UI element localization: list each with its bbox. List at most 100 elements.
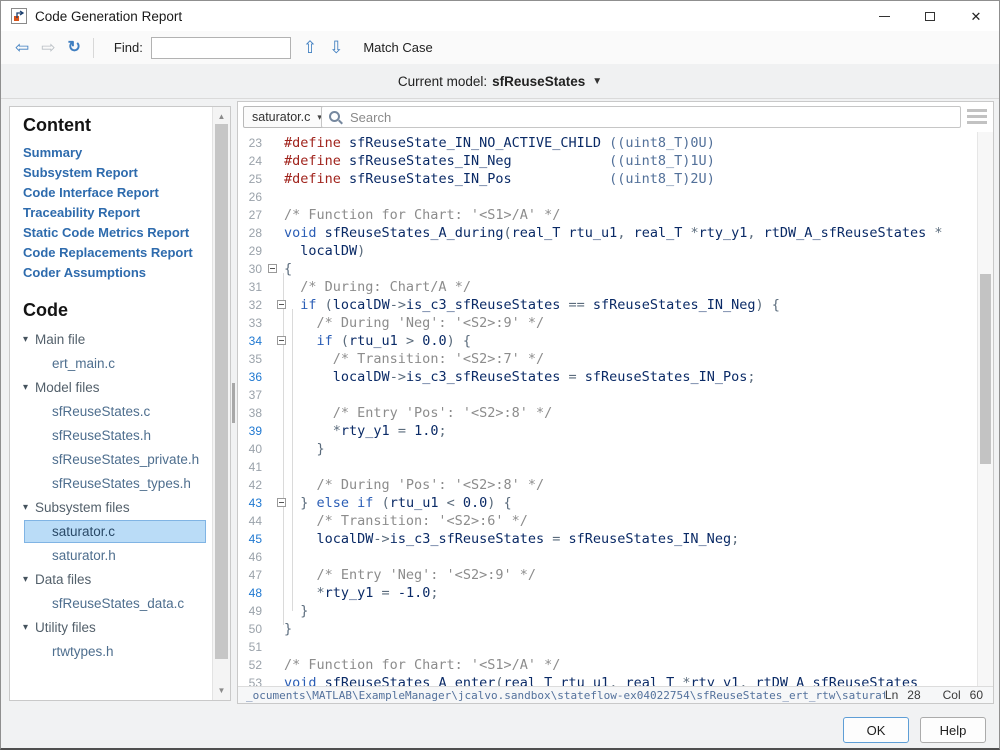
- code-line-40[interactable]: 40 }: [238, 440, 977, 458]
- code-line-46[interactable]: 46: [238, 548, 977, 566]
- code-line-39[interactable]: 39 *rty_y1 = 1.0;: [238, 422, 977, 440]
- splitter-handle[interactable]: [232, 383, 235, 423]
- code-line-43[interactable]: 43 } else if (rtu_u1 < 0.0) {: [238, 494, 977, 512]
- find-next-button[interactable]: ⇩: [329, 39, 343, 56]
- content-link-code-interface-report[interactable]: Code Interface Report: [23, 183, 212, 203]
- line-number[interactable]: 36: [238, 368, 268, 386]
- fold-column: [268, 548, 284, 566]
- line-number[interactable]: 45: [238, 530, 268, 548]
- menu-icon[interactable]: [967, 109, 987, 127]
- code-scrollbar-thumb[interactable]: [980, 274, 991, 464]
- code-line-53[interactable]: 53void sfReuseStates_A_enter(real_T rtu_…: [238, 674, 977, 686]
- fold-column: [268, 278, 284, 296]
- code-line-29[interactable]: 29 localDW): [238, 242, 977, 260]
- collapse-icon[interactable]: [277, 498, 286, 507]
- status-bar: _ocuments\MATLAB\ExampleManager\jcalvo.s…: [238, 686, 993, 703]
- code-line-49[interactable]: 49 }: [238, 602, 977, 620]
- tree-group-main-file[interactable]: ▾Main file: [23, 328, 212, 351]
- ln-value: 28: [907, 688, 920, 702]
- content-link-subsystem-report[interactable]: Subsystem Report: [23, 163, 212, 183]
- tree-file-sfreusestates-types-h[interactable]: sfReuseStates_types.h: [24, 472, 206, 495]
- refresh-icon: ↻: [68, 39, 81, 56]
- content-link-summary[interactable]: Summary: [23, 143, 212, 163]
- code-line-51[interactable]: 51: [238, 638, 977, 656]
- line-number: 26: [238, 188, 268, 206]
- code-line-38[interactable]: 38 /* Entry 'Pos': '<S2>:8' */: [238, 404, 977, 422]
- line-number[interactable]: 34: [238, 332, 268, 350]
- line-number[interactable]: 43: [238, 494, 268, 512]
- close-button[interactable]: ✕: [953, 1, 999, 31]
- code-line-45[interactable]: 45 localDW->is_c3_sfReuseStates = sfReus…: [238, 530, 977, 548]
- forward-button[interactable]: ⇨: [41, 39, 55, 56]
- code-line-25[interactable]: 25#define sfReuseStates_IN_Pos ((uint8_T…: [238, 170, 977, 188]
- tree-group-model-files[interactable]: ▾Model files: [23, 376, 212, 399]
- line-number: 32: [238, 296, 268, 314]
- match-case-toggle[interactable]: Match Case: [363, 40, 432, 55]
- code-line-23[interactable]: 23#define sfReuseState_IN_NO_ACTIVE_CHIL…: [238, 134, 977, 152]
- ok-button[interactable]: OK: [843, 717, 909, 743]
- tree-group-data-files[interactable]: ▾Data files: [23, 568, 212, 591]
- code-line-24[interactable]: 24#define sfReuseStates_IN_Neg ((uint8_T…: [238, 152, 977, 170]
- code-line-34[interactable]: 34 if (rtu_u1 > 0.0) {: [238, 332, 977, 350]
- refresh-button[interactable]: ↻: [68, 40, 81, 56]
- code-search-box[interactable]: Search: [321, 106, 961, 128]
- code-line-33[interactable]: 33 /* During 'Neg': '<S2>:9' */: [238, 314, 977, 332]
- line-number[interactable]: 39: [238, 422, 268, 440]
- fold-column: [268, 332, 284, 350]
- line-number[interactable]: 48: [238, 584, 268, 602]
- help-button[interactable]: Help: [920, 717, 986, 743]
- code-line-37[interactable]: 37: [238, 386, 977, 404]
- code-line-35[interactable]: 35 /* Transition: '<S2>:7' */: [238, 350, 977, 368]
- tree-group-utility-files[interactable]: ▾Utility files: [23, 616, 212, 639]
- find-label: Find:: [114, 40, 143, 55]
- tree-file-sfreusestates-data-c[interactable]: sfReuseStates_data.c: [24, 592, 206, 615]
- find-input[interactable]: [151, 37, 291, 59]
- code-line-32[interactable]: 32 if (localDW->is_c3_sfReuseStates == s…: [238, 296, 977, 314]
- tree-file-saturator-c[interactable]: saturator.c: [24, 520, 206, 543]
- code-line-36[interactable]: 36 localDW->is_c3_sfReuseStates = sfReus…: [238, 368, 977, 386]
- line-number: 37: [238, 386, 268, 404]
- sidebar-scrollbar-thumb[interactable]: [215, 124, 228, 659]
- collapse-icon[interactable]: [277, 300, 286, 309]
- code-line-52[interactable]: 52/* Function for Chart: '<S1>/A' */: [238, 656, 977, 674]
- line-number: 46: [238, 548, 268, 566]
- find-previous-button[interactable]: ⇧: [303, 39, 317, 56]
- code-line-42[interactable]: 42 /* During 'Pos': '<S2>:8' */: [238, 476, 977, 494]
- code-line-30[interactable]: 30{: [238, 260, 977, 278]
- collapse-icon[interactable]: [268, 264, 277, 273]
- tree-file-saturator-h[interactable]: saturator.h: [24, 544, 206, 567]
- code-line-41[interactable]: 41: [238, 458, 977, 476]
- content-link-coder-assumptions[interactable]: Coder Assumptions: [23, 263, 212, 283]
- back-button[interactable]: ⇦: [15, 39, 29, 56]
- model-dropdown-caret-icon[interactable]: ▼: [592, 76, 602, 87]
- code-line-50[interactable]: 50}: [238, 620, 977, 638]
- code-line-26[interactable]: 26: [238, 188, 977, 206]
- code-view[interactable]: 23#define sfReuseState_IN_NO_ACTIVE_CHIL…: [238, 132, 977, 686]
- maximize-button[interactable]: [907, 1, 953, 31]
- content-link-static-code-metrics-report[interactable]: Static Code Metrics Report: [23, 223, 212, 243]
- code-text: *rty_y1 = 1.0;: [284, 422, 447, 440]
- file-selector-dropdown[interactable]: saturator.c ▾: [243, 106, 331, 128]
- code-line-28[interactable]: 28void sfReuseStates_A_during(real_T rtu…: [238, 224, 977, 242]
- tree-file-sfreusestates-c[interactable]: sfReuseStates.c: [24, 400, 206, 423]
- scroll-down-icon[interactable]: ▼: [213, 686, 230, 695]
- code-line-47[interactable]: 47 /* Entry 'Neg': '<S2>:9' */: [238, 566, 977, 584]
- tree-file-sfreusestates-private-h[interactable]: sfReuseStates_private.h: [24, 448, 206, 471]
- code-line-27[interactable]: 27/* Function for Chart: '<S1>/A' */: [238, 206, 977, 224]
- tree-group-subsystem-files[interactable]: ▾Subsystem files: [23, 496, 212, 519]
- code-line-44[interactable]: 44 /* Transition: '<S2>:6' */: [238, 512, 977, 530]
- tree-file-rtwtypes-h[interactable]: rtwtypes.h: [24, 640, 206, 663]
- code-line-31[interactable]: 31 /* During: Chart/A */: [238, 278, 977, 296]
- collapse-icon[interactable]: [277, 336, 286, 345]
- content-link-code-replacements-report[interactable]: Code Replacements Report: [23, 243, 212, 263]
- content-link-traceability-report[interactable]: Traceability Report: [23, 203, 212, 223]
- tree-file-ert-main-c[interactable]: ert_main.c: [24, 352, 206, 375]
- line-number: 41: [238, 458, 268, 476]
- minimize-icon: [879, 16, 890, 17]
- code-scrollbar[interactable]: [977, 132, 993, 686]
- tree-file-sfreusestates-h[interactable]: sfReuseStates.h: [24, 424, 206, 447]
- sidebar-scrollbar[interactable]: ▲ ▼: [212, 107, 230, 700]
- code-line-48[interactable]: 48 *rty_y1 = -1.0;: [238, 584, 977, 602]
- minimize-button[interactable]: [861, 1, 907, 31]
- scroll-up-icon[interactable]: ▲: [213, 112, 230, 121]
